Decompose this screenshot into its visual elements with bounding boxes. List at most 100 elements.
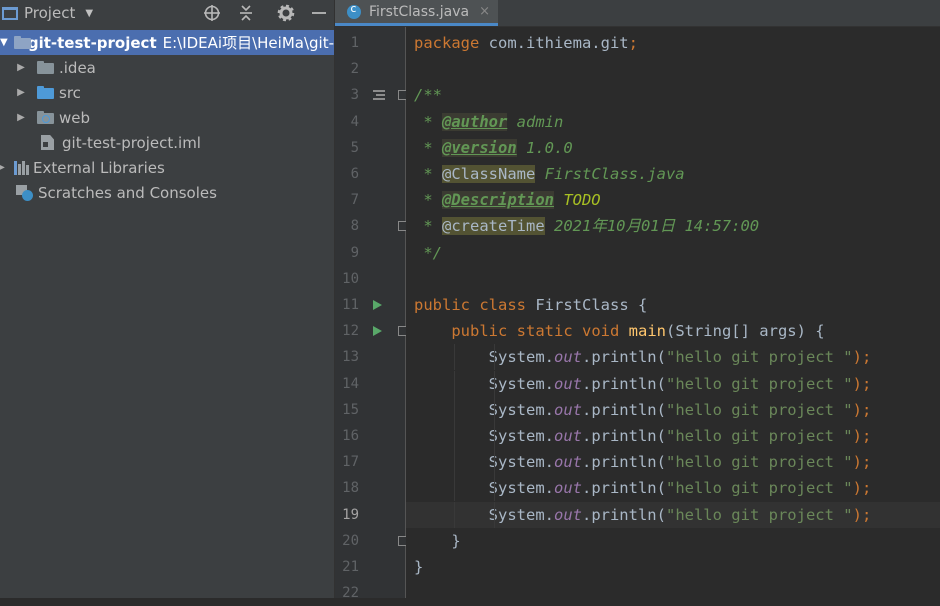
run-icon[interactable] <box>373 326 382 337</box>
gutter-line[interactable]: 17 <box>335 449 405 475</box>
code-token: FirstClass { <box>535 296 648 314</box>
code-token: System. <box>414 427 554 445</box>
code-line[interactable]: * @version 1.0.0 <box>406 135 940 161</box>
gutter-line[interactable]: 1 <box>335 30 405 56</box>
code-line[interactable]: System.out.println("hello git project ")… <box>406 449 940 476</box>
line-number: 15 <box>342 401 359 418</box>
web-folder-icon <box>37 111 54 124</box>
code-token: void <box>581 322 629 341</box>
run-icon[interactable] <box>373 300 382 310</box>
code-line[interactable] <box>406 56 940 82</box>
tab-firstclass-java[interactable]: FirstClass.java × <box>335 0 498 26</box>
code-token: 1.0.0 <box>516 138 573 157</box>
code-line[interactable]: System.out.println("hello git project ")… <box>406 501 940 528</box>
collapsed-arrow-icon[interactable]: ▶ <box>0 162 6 173</box>
code-token: .println( <box>581 453 666 472</box>
editor-tab-bar: FirstClass.java × <box>335 0 940 27</box>
gutter-line[interactable]: 8 <box>335 213 407 239</box>
code-line[interactable] <box>406 266 940 292</box>
chevron-down-icon: ▼ <box>85 7 94 19</box>
code-line[interactable]: * @author admin <box>406 109 940 135</box>
line-number: 21 <box>342 559 359 575</box>
code-line[interactable]: } <box>406 554 940 580</box>
code-token: 2021年10月01日 14:57:00 <box>544 217 760 236</box>
implemented-icon[interactable] <box>373 90 385 101</box>
code-token: "hello git project " <box>665 374 853 393</box>
gutter-line[interactable]: 10 <box>335 266 405 292</box>
project-panel-header: Project ▼ <box>0 0 334 26</box>
libraries-icon <box>14 160 29 175</box>
code-line[interactable]: /** <box>406 82 940 108</box>
code-token: * <box>414 191 442 210</box>
code-line[interactable]: * @ClassName FirstClass.java <box>406 161 940 187</box>
code-line[interactable]: System.out.println("hello git project ")… <box>406 396 940 423</box>
code-line[interactable]: */ <box>406 240 940 266</box>
code-line[interactable] <box>406 580 940 606</box>
code-line[interactable]: System.out.println("hello git project ")… <box>406 475 940 502</box>
gutter-line[interactable]: 14 <box>335 371 405 397</box>
code-line[interactable]: public class FirstClass { <box>406 292 940 318</box>
line-number: 11 <box>342 297 359 313</box>
tree-item-web[interactable]: ▶ web <box>0 105 334 130</box>
locate-icon[interactable] <box>201 0 223 26</box>
code-token: System. <box>414 505 554 524</box>
code-token: */ <box>414 243 442 262</box>
project-view-selector[interactable]: Project ▼ <box>2 0 93 26</box>
line-number: 19 <box>342 506 359 523</box>
gutter-line[interactable]: 3 <box>335 82 407 108</box>
gutter-line[interactable]: 2 <box>335 56 405 82</box>
indent-guide <box>494 344 495 371</box>
code-line[interactable]: System.out.println("hello git project ")… <box>406 344 940 371</box>
code-line[interactable]: System.out.println("hello git project ")… <box>406 370 940 397</box>
tree-item-iml[interactable]: git-test-project.iml <box>0 130 334 155</box>
code-token: @createTime <box>442 217 545 236</box>
collapsed-arrow-icon[interactable]: ▶ <box>16 62 26 73</box>
collapse-all-icon[interactable] <box>235 0 257 26</box>
line-number: 4 <box>350 113 359 130</box>
tree-item-label: .idea <box>59 58 96 77</box>
gutter-line[interactable]: 19 <box>335 502 405 528</box>
line-number: 20 <box>342 532 359 549</box>
code-token: .println( <box>581 400 666 419</box>
gutter-line[interactable]: 6 <box>335 161 405 187</box>
tree-item-project-root[interactable]: ▼ git-test-project E:\IDEAi项目\HeiMa\git- <box>0 30 334 55</box>
gutter-line[interactable]: 20 <box>335 528 407 554</box>
tree-item-label: git-test-project.iml <box>62 133 201 152</box>
gutter-line[interactable]: 15 <box>335 397 405 423</box>
gutter-line[interactable]: 13 <box>335 344 405 370</box>
code-token: @Description <box>442 191 554 210</box>
minimize-icon[interactable] <box>308 0 330 26</box>
gutter-line[interactable]: 22 <box>335 580 405 606</box>
close-icon[interactable]: × <box>479 4 490 19</box>
code-line[interactable]: public static void main(String[] args) { <box>406 318 940 344</box>
code-token: * <box>414 217 442 236</box>
code-line[interactable]: * @createTime 2021年10月01日 14:57:00 <box>406 213 940 239</box>
collapsed-arrow-icon[interactable]: ▶ <box>16 112 26 123</box>
expanded-arrow-icon[interactable]: ▼ <box>0 37 8 48</box>
editor-gutter[interactable]: 1 2 3 4 5 6 7 8 9 10 11 12 13 14 15 16 17 18 19 20 21 22 <box>335 27 407 601</box>
gutter-line[interactable]: 7 <box>335 187 405 213</box>
indent-guide <box>454 396 455 423</box>
code-token: "hello git project " <box>665 505 853 524</box>
gutter-line[interactable]: 18 <box>335 475 405 501</box>
tree-item-idea[interactable]: ▶ .idea <box>0 55 334 80</box>
code-line[interactable]: package com.ithiema.git; <box>406 30 940 56</box>
code-token: "hello git project " <box>665 427 853 445</box>
gutter-line[interactable]: 4 <box>335 109 405 135</box>
code-editor[interactable]: package com.ithiema.git; /** * @author ad… <box>406 27 940 598</box>
tree-item-scratches[interactable]: Scratches and Consoles <box>0 180 334 205</box>
collapsed-arrow-icon[interactable]: ▶ <box>16 87 26 98</box>
gutter-line[interactable]: 21 <box>335 554 405 580</box>
code-line[interactable]: System.out.println("hello git project ")… <box>406 423 940 449</box>
gear-icon[interactable] <box>275 0 297 26</box>
tree-item-external-libraries[interactable]: ▶ External Libraries <box>0 155 334 180</box>
gutter-line[interactable]: 11 <box>335 292 405 318</box>
code-token: ); <box>852 374 872 393</box>
gutter-line[interactable]: 9 <box>335 240 405 266</box>
gutter-line[interactable]: 12 <box>335 318 407 344</box>
gutter-line[interactable]: 5 <box>335 135 405 161</box>
code-line[interactable]: } <box>406 528 940 554</box>
code-line[interactable]: * @Description TODO <box>406 187 940 213</box>
gutter-line[interactable]: 16 <box>335 423 405 449</box>
tree-item-src[interactable]: ▶ src <box>0 80 334 105</box>
